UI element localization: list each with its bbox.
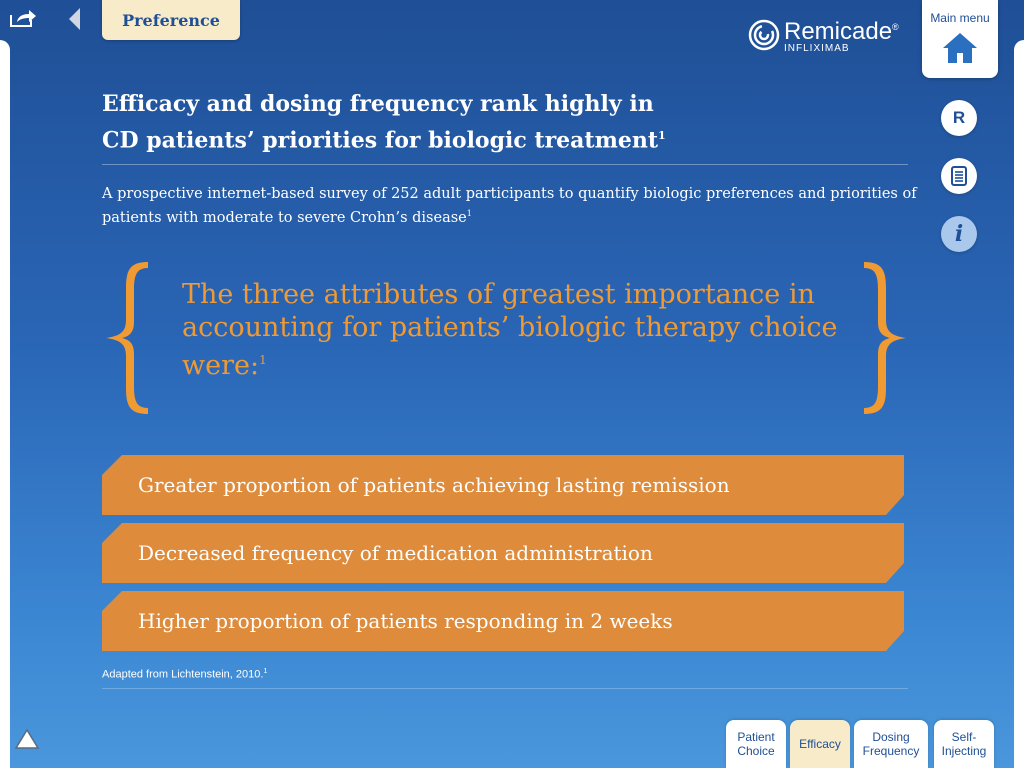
main-menu-button[interactable]: Main menu xyxy=(922,0,998,78)
tab-dosing-frequency-label: Dosing Frequency xyxy=(862,730,920,758)
attribute-bar: Greater proportion of patients achieving… xyxy=(102,455,904,515)
share-button[interactable] xyxy=(8,6,38,30)
back-button[interactable] xyxy=(64,6,84,32)
tab-preference-label: Preference xyxy=(122,10,220,30)
document-icon xyxy=(951,166,967,186)
tab-patient-choice-label: Patient Choice xyxy=(737,730,775,758)
tab-preference[interactable]: Preference xyxy=(102,0,240,40)
key-finding-quote: The three attributes of greatest importa… xyxy=(182,279,838,381)
home-icon xyxy=(943,33,977,63)
info-button[interactable]: i xyxy=(941,216,977,252)
right-brace-icon xyxy=(864,262,906,414)
tab-efficacy[interactable]: Efficacy xyxy=(790,720,850,768)
brand-name: Remicade® xyxy=(784,18,899,45)
right-frame xyxy=(1014,40,1024,768)
tab-dosing-frequency[interactable]: Dosing Frequency xyxy=(854,720,928,768)
info-icon: i xyxy=(954,221,964,247)
attribute-bar: Decreased frequency of medication admini… xyxy=(102,523,904,583)
left-brace-icon xyxy=(106,262,148,414)
references-button[interactable]: R xyxy=(941,100,977,136)
expand-button[interactable] xyxy=(14,728,40,750)
tab-efficacy-label: Efficacy xyxy=(799,737,841,751)
study-description: A prospective internet-based survey of 2… xyxy=(102,186,917,226)
attribute-text: Higher proportion of patients responding… xyxy=(138,609,673,633)
tab-self-injecting-label: Self-Injecting xyxy=(941,730,987,758)
page-title: Efficacy and dosing frequency rank highl… xyxy=(102,88,742,156)
divider-top xyxy=(102,164,908,165)
title-line-1: Efficacy and dosing frequency rank highl… xyxy=(102,91,654,117)
share-icon xyxy=(10,10,36,27)
left-frame xyxy=(0,40,10,768)
document-button[interactable] xyxy=(941,158,977,194)
triangle-up-icon xyxy=(14,728,40,749)
title-line-2: CD patients’ priorities for biologic tre… xyxy=(102,127,666,154)
main-menu-label: Main menu xyxy=(930,11,990,25)
attribute-text: Greater proportion of patients achieving… xyxy=(138,473,730,497)
source-footnote: Adapted from Lichtenstein, 2010.1 xyxy=(102,668,268,681)
attribute-bar: Higher proportion of patients responding… xyxy=(102,591,904,651)
references-label: R xyxy=(952,108,966,127)
remicade-swirl-icon xyxy=(748,19,780,51)
divider-bottom xyxy=(102,688,908,689)
attribute-text: Decreased frequency of medication admini… xyxy=(138,541,653,565)
back-arrow-icon xyxy=(69,8,80,30)
remicade-logo: Remicade® INFLIXIMAB xyxy=(748,18,899,54)
tab-self-injecting[interactable]: Self-Injecting xyxy=(934,720,994,768)
tab-patient-choice[interactable]: Patient Choice xyxy=(726,720,786,768)
